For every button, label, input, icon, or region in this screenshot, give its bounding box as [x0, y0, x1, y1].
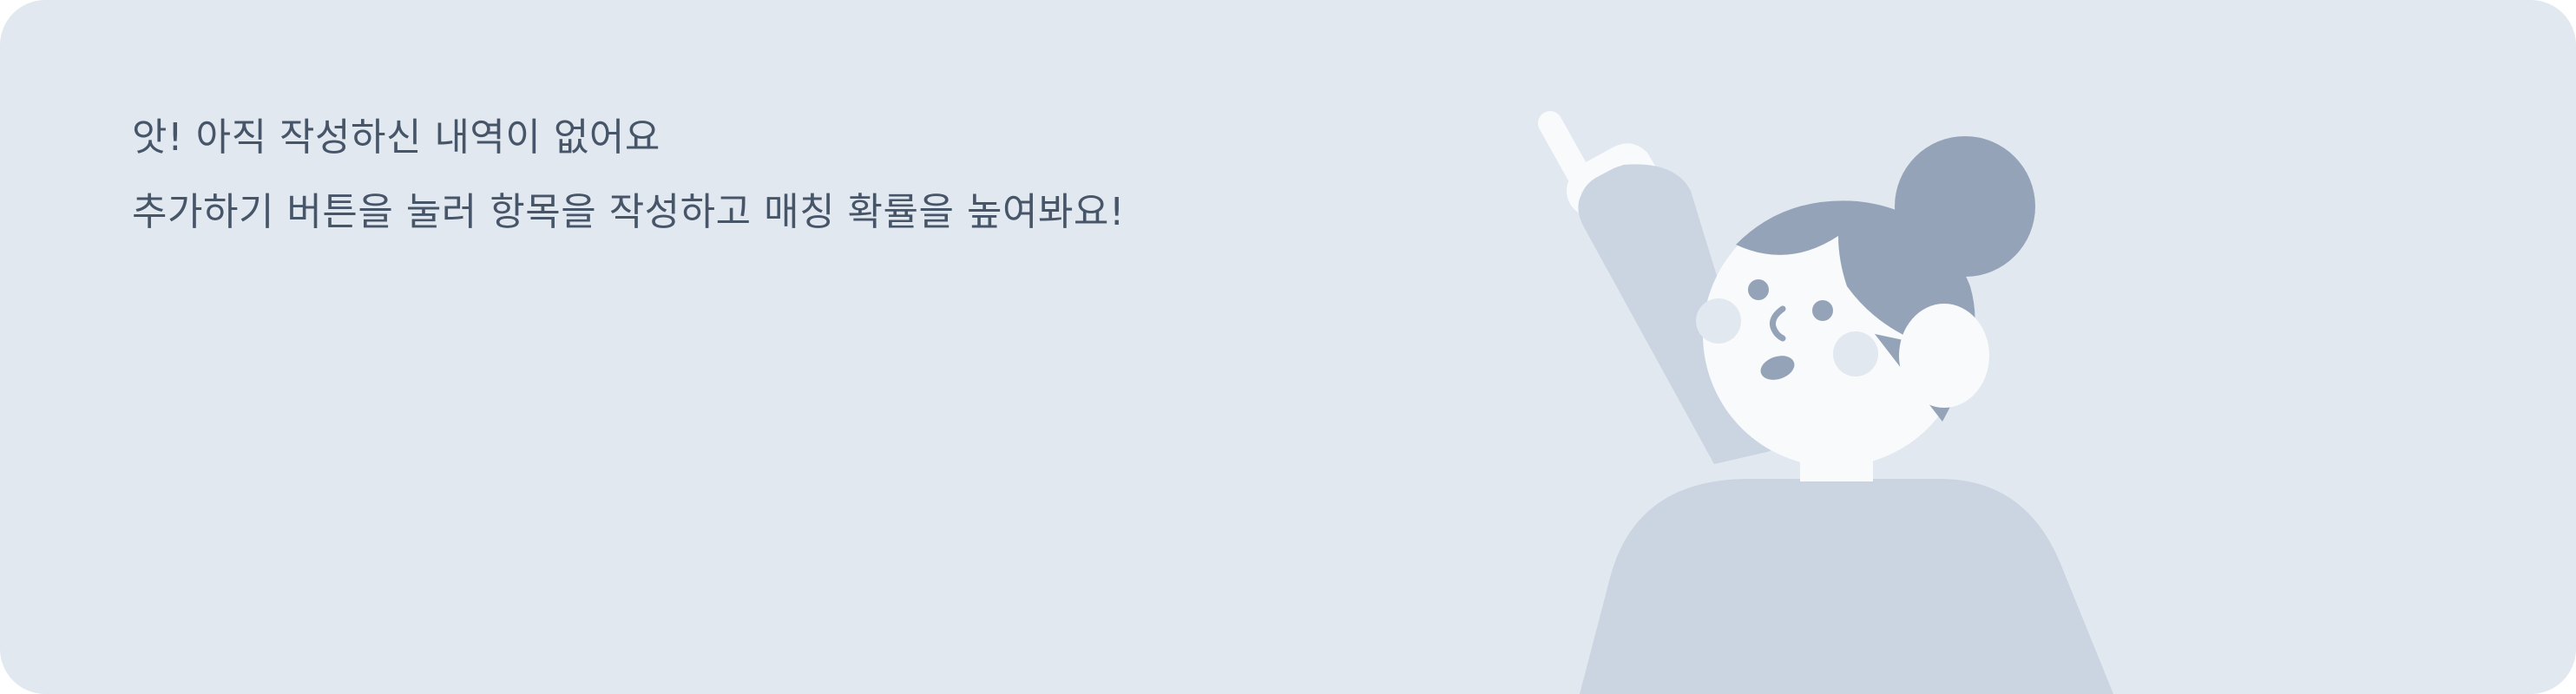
left-cheek — [1696, 298, 1741, 344]
hair-bun — [1895, 136, 2035, 277]
right-eye — [1812, 300, 1833, 321]
empty-state-card: 앗! 아직 작성하신 내역이 없어요 추가하기 버튼을 눌러 항목을 작성하고 … — [0, 0, 2576, 694]
ear — [1899, 304, 1989, 408]
left-eye — [1748, 279, 1769, 300]
waving-person-illustration — [1538, 111, 2113, 694]
torso — [1580, 479, 2113, 694]
right-cheek — [1833, 331, 1878, 376]
